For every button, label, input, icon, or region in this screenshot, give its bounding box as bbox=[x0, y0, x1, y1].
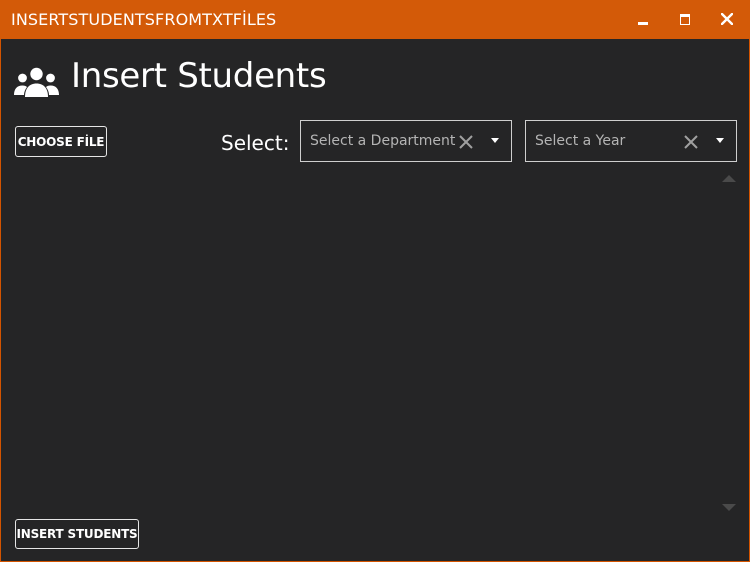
page-title: Insert Students bbox=[71, 56, 327, 96]
year-select-placeholder: Select a Year bbox=[535, 133, 626, 149]
clear-x-icon[interactable] bbox=[458, 134, 474, 150]
caret-down-icon[interactable] bbox=[491, 138, 499, 143]
maximize-icon bbox=[680, 14, 690, 25]
maximize-button[interactable] bbox=[665, 0, 705, 39]
scroll-up-icon[interactable] bbox=[722, 175, 736, 182]
app-window: INSERTSTUDENTSFROMTXTFİLES Insert Studen… bbox=[0, 0, 750, 562]
insert-students-button[interactable]: INSERT STUDENTS bbox=[15, 519, 139, 549]
scroll-down-icon[interactable] bbox=[722, 504, 736, 511]
minimize-button[interactable] bbox=[623, 0, 663, 39]
close-icon bbox=[721, 13, 733, 25]
department-select[interactable]: Select a Department bbox=[300, 120, 512, 162]
choose-file-button[interactable]: CHOOSE FİLE bbox=[15, 126, 107, 157]
close-button[interactable] bbox=[707, 0, 747, 39]
clear-x-icon[interactable] bbox=[683, 134, 699, 150]
window-title: INSERTSTUDENTSFROMTXTFİLES bbox=[11, 10, 277, 29]
student-list[interactable] bbox=[15, 170, 737, 513]
year-select[interactable]: Select a Year bbox=[525, 120, 737, 162]
department-select-placeholder: Select a Department bbox=[310, 133, 456, 149]
title-bar[interactable]: INSERTSTUDENTSFROMTXTFİLES bbox=[0, 0, 750, 39]
minimize-icon bbox=[638, 22, 648, 25]
select-label: Select: bbox=[221, 131, 290, 155]
caret-down-icon[interactable] bbox=[716, 138, 724, 143]
users-icon bbox=[14, 67, 59, 97]
